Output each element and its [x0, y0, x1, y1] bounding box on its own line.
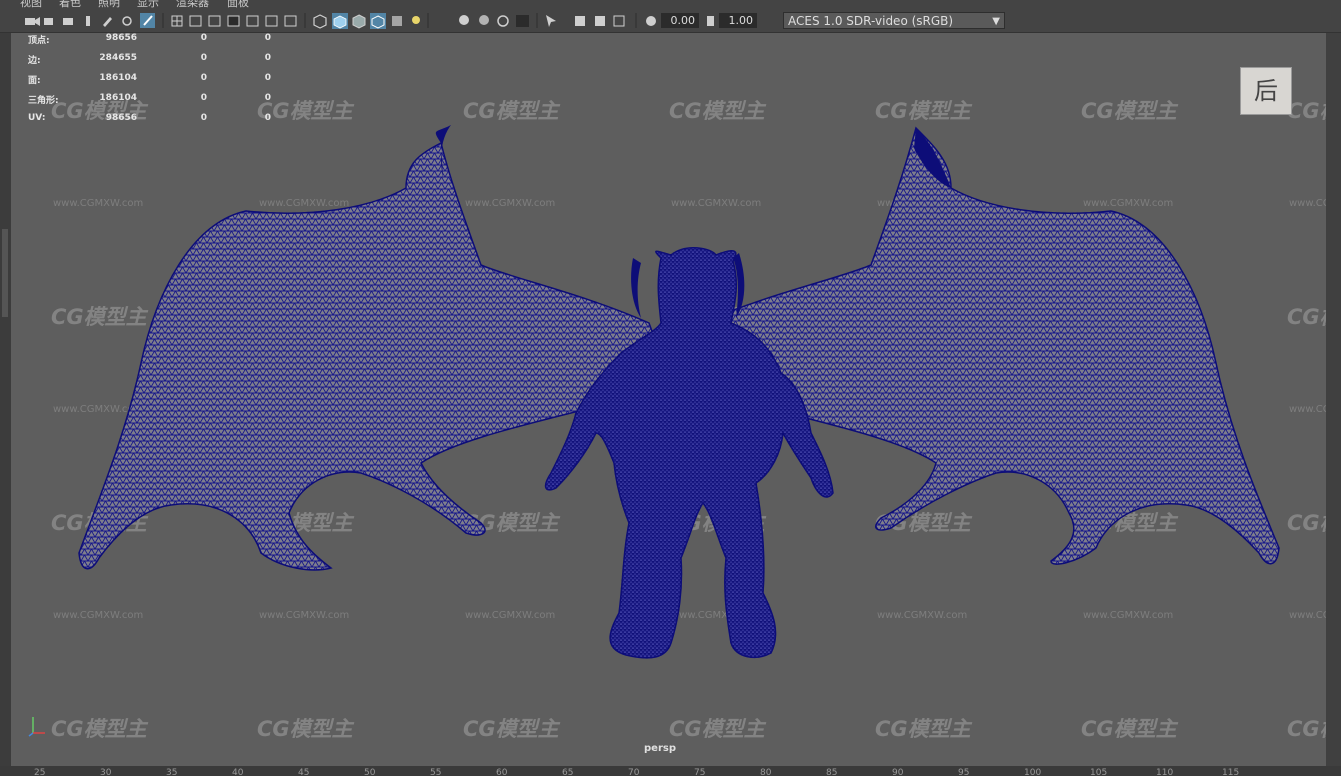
- bookmark-camera-icon: [63, 18, 73, 25]
- ruler-tick-label: 95: [958, 768, 970, 776]
- screen-space-icon: [613, 15, 625, 27]
- right-panel-edge: [1326, 33, 1341, 766]
- axis-gizmo-icon: [28, 717, 45, 737]
- hud-label-triangles: 三角形:: [28, 96, 59, 106]
- hud-faces-selected2: 0: [264, 73, 271, 83]
- splitter-handle[interactable]: [2, 229, 8, 317]
- color-space-select[interactable]: ACES 1.0 SDR-video (sRGB) ▼: [783, 12, 1005, 29]
- ruler-tick-label: 75: [694, 768, 706, 776]
- shadows-icon: [459, 15, 469, 25]
- xray-icon: [392, 16, 402, 26]
- xray-active-components-icon: [595, 16, 605, 26]
- view-cube[interactable]: 后: [1240, 67, 1292, 115]
- ruler-tick-label: 30: [100, 768, 112, 776]
- hud-uvs-selected: 0: [200, 113, 207, 123]
- ruler-tick-label: 100: [1024, 768, 1042, 776]
- hud-vertices-selected: 0: [200, 33, 207, 43]
- hud-uvs-selected2: 0: [264, 113, 271, 123]
- safe-action-icon: [265, 15, 278, 27]
- head-horn-left: [631, 258, 641, 318]
- ruler-tick-label: 45: [298, 768, 310, 776]
- ruler-tick-label: 110: [1156, 768, 1174, 776]
- grease-pencil-icon: [103, 17, 112, 27]
- panel-menu-bar: 视图 着色 照明 显示 渲染器 面板: [0, 0, 1341, 9]
- camera-attributes-icon: [44, 18, 53, 25]
- ruler-tick-label: 25: [34, 768, 46, 776]
- left-panel-edge: [0, 33, 11, 766]
- time-slider-ruler[interactable]: 25 30 35 40 45 50 55 60 65 70 75 80 85 90 95 100 105 110 1…: [0, 766, 1341, 776]
- hud-uvs-total: 98656: [105, 113, 137, 123]
- ruler-tick-label: 70: [628, 768, 640, 776]
- menu-shading[interactable]: 着色: [59, 0, 81, 9]
- field-chart-icon: [246, 15, 259, 27]
- camera-icon-lens: [35, 17, 40, 26]
- gate-mask-icon: [227, 15, 240, 27]
- gamma-icon: [707, 16, 714, 26]
- hud-edges-total: 284655: [99, 53, 137, 63]
- color-space-label: ACES 1.0 SDR-video (sRGB): [788, 14, 954, 28]
- ruler-tick-label: 115: [1222, 768, 1240, 776]
- panel-toolbar: 0.00 1.00 ACES 1.0 SDR-video (sRGB) ▼: [0, 9, 1341, 33]
- persp-viewport[interactable]: CG模型主CG模型主CG模型主CG模型主CG模型主CG模型主CG模型主CG模型主…: [11, 33, 1326, 766]
- wireframe-icon: [313, 14, 327, 29]
- ruler-tick-label: 40: [232, 768, 244, 776]
- hud-label-vertices: 顶点:: [28, 36, 50, 46]
- exposure-icon: [646, 16, 656, 26]
- hud-vertices-selected2: 0: [264, 33, 271, 43]
- hud-faces-selected: 0: [200, 73, 207, 83]
- film-gate-icon: [189, 15, 202, 27]
- wireframe-mesh: [78, 125, 1280, 659]
- hud-label-faces: 面:: [28, 76, 41, 86]
- xray-joints-icon: [575, 16, 585, 26]
- hud-label-edges: 边:: [28, 56, 41, 66]
- hud-triangles-selected: 0: [200, 93, 207, 103]
- ambient-occlusion-icon: [479, 15, 489, 25]
- hud-edges-selected2: 0: [264, 53, 271, 63]
- camera-name-label: persp: [644, 743, 676, 754]
- anti-aliasing-icon: [516, 15, 529, 27]
- exposure-field[interactable]: 0.00: [661, 13, 699, 28]
- resolution-gate-icon: [208, 15, 221, 27]
- ruler-tick-label: 50: [364, 768, 376, 776]
- hud-label-uvs: UV:: [28, 113, 46, 123]
- menu-panels[interactable]: 面板: [227, 0, 249, 9]
- isolate-select-icon: [546, 15, 556, 27]
- use-all-lights-icon: [412, 16, 420, 24]
- default-material-icon: [352, 14, 366, 29]
- camera-icon: [25, 18, 35, 25]
- hud-faces-total: 186104: [99, 73, 137, 83]
- hud-triangles-total: 186104: [99, 93, 137, 103]
- hud-edges-selected: 0: [200, 53, 207, 63]
- ruler-tick-label: 35: [166, 768, 178, 776]
- chevron-down-icon: ▼: [992, 16, 1000, 27]
- 2d-pan-zoom-icon: [122, 16, 132, 26]
- ruler-tick-label: 90: [892, 768, 904, 776]
- menu-show[interactable]: 显示: [137, 0, 159, 9]
- menu-renderer[interactable]: 渲染器: [176, 0, 209, 9]
- toolbar-icons: [25, 13, 714, 29]
- menu-view[interactable]: 视图: [20, 0, 42, 9]
- ruler-tick-label: 105: [1090, 768, 1108, 776]
- ruler-tick-label: 80: [760, 768, 772, 776]
- ruler-tick-label: 60: [496, 768, 508, 776]
- ruler-tick-label: 65: [562, 768, 574, 776]
- ruler-tick-label: 55: [430, 768, 442, 776]
- gamma-field[interactable]: 1.00: [719, 13, 757, 28]
- left-wing: [78, 141, 672, 571]
- ruler-tick-label: 85: [826, 768, 838, 776]
- safe-title-icon: [284, 15, 297, 27]
- motion-blur-icon: [497, 15, 509, 27]
- right-wing: [690, 126, 1280, 565]
- menu-lighting[interactable]: 照明: [98, 0, 120, 9]
- hud-triangles-selected2: 0: [264, 93, 271, 103]
- hud-vertices-total: 98656: [105, 33, 137, 43]
- image-plane-icon: [86, 16, 90, 26]
